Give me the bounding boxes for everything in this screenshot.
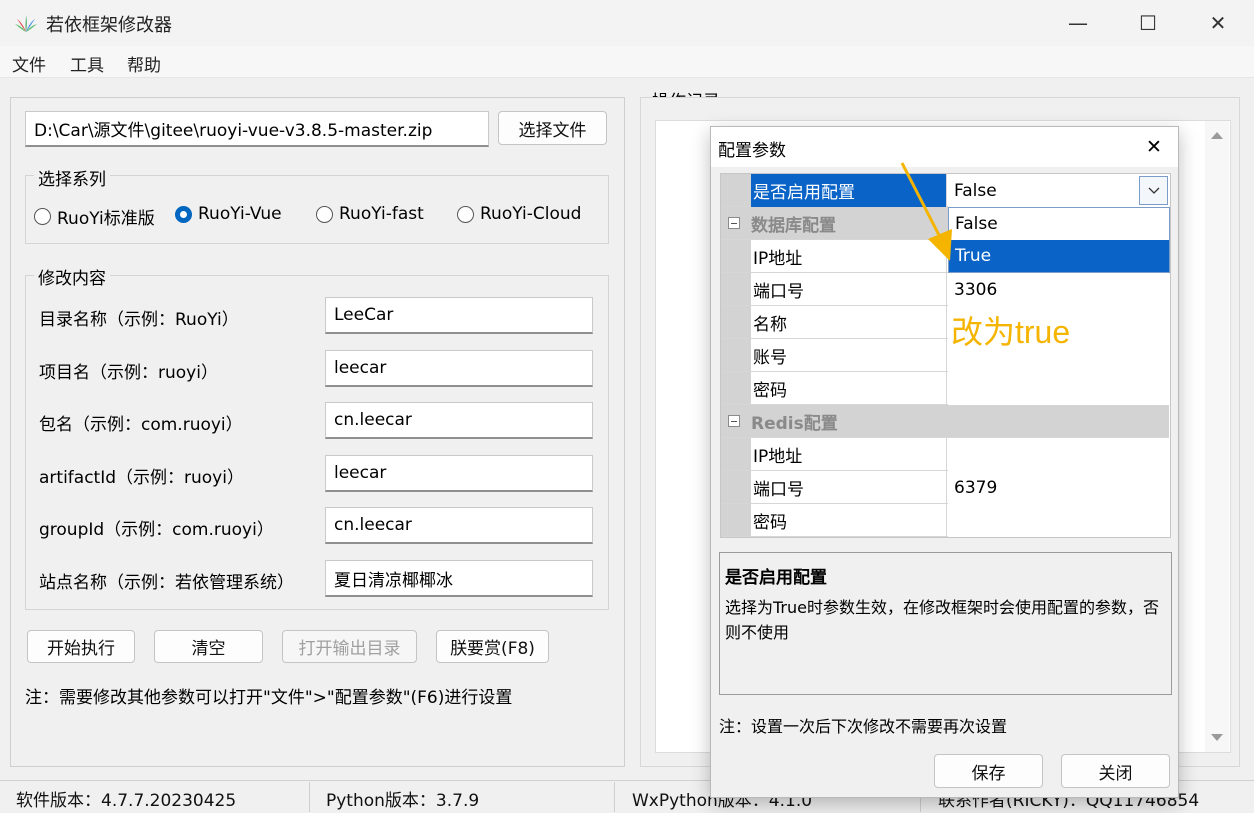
menu-help[interactable]: 帮助: [127, 51, 161, 76]
grid-row-name: 名称: [751, 306, 947, 339]
choose-file-button[interactable]: 选择文件: [498, 111, 607, 145]
chevron-down-icon: [1148, 187, 1159, 194]
grid-row-name: 端口号: [751, 471, 947, 504]
modify-group-label: 修改内容: [34, 264, 110, 289]
save-button[interactable]: 保存: [934, 754, 1043, 788]
dialog-title: 配置参数: [718, 141, 786, 161]
status-separator: [309, 782, 310, 812]
reward-button[interactable]: 朕要赏(F8): [436, 630, 549, 663]
package-name-label: 包名（示例：com.ruoyi）: [39, 415, 243, 435]
scroll-up-icon[interactable]: [1210, 130, 1224, 140]
grid-row-db-password[interactable]: 密码: [721, 372, 1169, 405]
radio-ruoyi-fast[interactable]: RuoYi-fast: [316, 204, 424, 224]
help-text: 选择为True时参数生效，在修改框架时会使用配置的参数，否则不使用: [725, 598, 1159, 642]
category-label: 数据库配置: [751, 216, 836, 236]
close-window-button[interactable]: ✕: [1182, 0, 1254, 46]
radio-label: RuoYi标准版: [57, 209, 155, 229]
dropdown-option-true[interactable]: True: [949, 240, 1169, 272]
status-python-version: Python版本：3.7.9: [326, 791, 480, 811]
dialog-note: 注：设置一次后下次修改不需要再次设置: [719, 717, 1008, 736]
annotation-text: 改为true: [951, 314, 1071, 350]
group-id-label: groupId（示例：com.ruoyi）: [39, 520, 274, 540]
annotation-arrow-icon: [900, 162, 952, 261]
grid-row-redis-password[interactable]: 密码: [721, 504, 1169, 537]
grid-row-value: [948, 438, 1169, 471]
clear-button[interactable]: 清空: [154, 630, 263, 663]
radio-ruoyi-standard[interactable]: RuoYi标准版: [34, 204, 155, 229]
grid-row-name: 密码: [751, 504, 947, 537]
grid-category-redis[interactable]: Redis配置: [721, 405, 1169, 438]
collapse-icon[interactable]: [728, 415, 740, 427]
package-name-input[interactable]: cn.leecar: [325, 402, 593, 439]
status-software-version: 软件版本：4.7.7.20230425: [16, 791, 237, 811]
artifact-id-label: artifactId（示例：ruoyi）: [39, 468, 244, 488]
grid-row-redis-ip[interactable]: IP地址: [721, 438, 1169, 471]
main-note: 注：需要修改其他参数可以打开"文件">"配置参数"(F6)进行设置: [25, 688, 513, 708]
file-path-input[interactable]: D:\Car\源文件\gitee\ruoyi-vue-v3.8.5-master…: [25, 111, 489, 147]
menu-tools[interactable]: 工具: [70, 51, 104, 76]
project-name-input[interactable]: leecar: [325, 350, 593, 387]
dir-name-input[interactable]: LeeCar: [325, 297, 593, 334]
series-group-label: 选择系列: [34, 165, 110, 190]
radio-indicator-selected: [175, 205, 192, 223]
radio-label: RuoYi-fast: [339, 204, 424, 224]
log-scrollbar[interactable]: [1205, 121, 1229, 752]
dropdown-arrow-button[interactable]: [1139, 176, 1168, 205]
site-name-input[interactable]: 夏日清凉椰椰冰: [325, 560, 593, 597]
grid-row-value: 3306: [948, 273, 1169, 306]
dir-name-label: 目录名称（示例：RuoYi）: [39, 310, 239, 330]
window-title: 若依框架修改器: [46, 15, 172, 36]
radio-indicator: [457, 205, 474, 223]
grid-row-value: 6379: [948, 471, 1169, 504]
grid-row-db-account[interactable]: 账号: [721, 339, 1169, 372]
help-title: 是否启用配置: [725, 568, 827, 588]
dialog-close-icon[interactable]: ✕: [1131, 130, 1177, 164]
site-name-label: 站点名称（示例：若依管理系统）: [39, 573, 294, 593]
grid-row-db-name[interactable]: 名称: [721, 306, 1169, 339]
project-name-label: 项目名（示例：ruoyi）: [39, 363, 218, 383]
category-label: Redis配置: [751, 414, 838, 434]
group-id-input[interactable]: cn.leecar: [325, 507, 593, 544]
maximize-button[interactable]: ☐: [1112, 0, 1184, 46]
config-dialog: 配置参数 ✕ 是否启用配置 False 数据库配置 IP地址 端口号 3306 …: [710, 126, 1179, 798]
open-output-dir-button[interactable]: 打开输出目录: [282, 630, 417, 663]
dropdown-list: False True: [948, 207, 1170, 273]
grid-row-value: [948, 372, 1169, 405]
menu-bar: [0, 46, 1254, 78]
radio-ruoyi-cloud[interactable]: RuoYi-Cloud: [457, 204, 581, 224]
help-box: 是否启用配置 选择为True时参数生效，在修改框架时会使用配置的参数，否则不使用: [719, 552, 1172, 695]
grid-row-name: 密码: [751, 372, 947, 405]
radio-indicator: [316, 205, 333, 223]
radio-label: RuoYi-Cloud: [480, 204, 582, 224]
status-separator: [614, 782, 615, 812]
collapse-icon[interactable]: [728, 217, 740, 229]
grid-row-value: False: [948, 174, 1169, 207]
grid-row-db-port[interactable]: 端口号 3306: [721, 273, 1169, 306]
start-button[interactable]: 开始执行: [27, 630, 135, 663]
menu-file[interactable]: 文件: [12, 51, 46, 76]
artifact-id-input[interactable]: leecar: [325, 455, 593, 492]
radio-ruoyi-vue[interactable]: RuoYi-Vue: [175, 204, 282, 224]
minimize-button[interactable]: —: [1042, 0, 1114, 46]
grid-row-name: 账号: [751, 339, 947, 372]
grid-row-name: 端口号: [751, 273, 947, 306]
grid-row-value: [948, 504, 1169, 537]
radio-indicator: [34, 208, 51, 225]
scroll-down-icon[interactable]: [1210, 733, 1224, 743]
grid-row-name: IP地址: [751, 438, 947, 471]
dropdown-option-false[interactable]: False: [949, 208, 1169, 240]
app-leaf-icon: [15, 15, 37, 32]
dialog-close-button[interactable]: 关闭: [1061, 754, 1170, 788]
radio-label: RuoYi-Vue: [198, 204, 282, 224]
grid-row-redis-port[interactable]: 端口号 6379: [721, 471, 1169, 504]
